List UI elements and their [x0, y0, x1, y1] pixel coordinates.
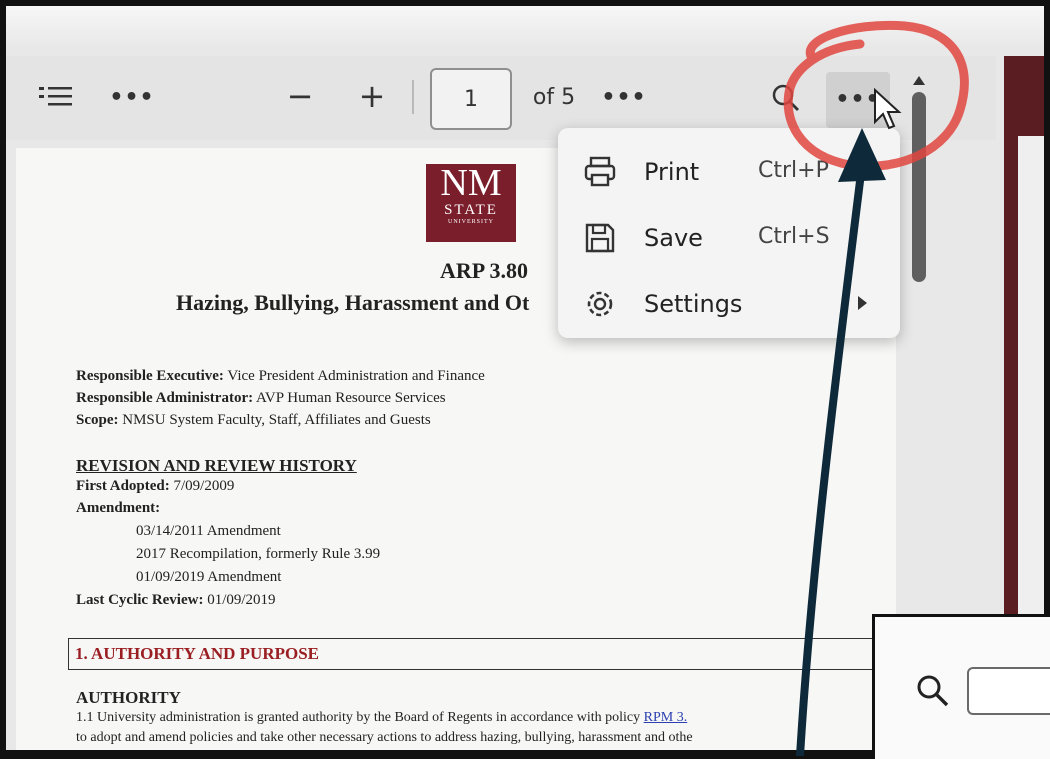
responsible-administrator-label: Responsible Administrator:	[76, 390, 254, 406]
menu-item-print[interactable]: Print Ctrl+P	[558, 142, 900, 202]
first-adopted-label: First Adopted:	[76, 478, 170, 494]
mouse-cursor-icon	[874, 88, 902, 130]
amendment-item: 2017 Recompilation, formerly Rule 3.99	[136, 546, 381, 562]
logo-line-1: NM	[440, 162, 502, 204]
gear-icon	[587, 291, 613, 317]
menu-item-label: Settings	[644, 290, 743, 318]
more-options-menu: Print Ctrl+P Save Ctrl+S Settings	[558, 128, 900, 338]
last-review-label: Last Cyclic Review:	[76, 592, 204, 608]
page-number-input[interactable]: 1	[430, 68, 512, 130]
scope-value: NMSU System Faculty, Staff, Affiliates a…	[122, 412, 431, 428]
find-input[interactable]	[967, 667, 1050, 715]
amendment-item: 03/14/2011 Amendment	[136, 523, 281, 539]
policy-number: ARP 3.80	[440, 258, 528, 283]
menu-item-label: Print	[644, 158, 700, 186]
scrollbar-thumb[interactable]	[912, 92, 926, 282]
window-top-band	[6, 6, 1044, 46]
save-icon	[585, 223, 615, 253]
authority-paragraph-line-1: 1.1 University administration is granted…	[76, 710, 687, 726]
authority-paragraph-line-2: to adopt and amend policies and take oth…	[76, 730, 693, 745]
menu-item-shortcut: Ctrl+S	[758, 224, 830, 249]
section-heading: 1. AUTHORITY AND PURPOSE	[75, 644, 320, 663]
nmsu-logo: NM STATE UNIVERSITY	[426, 164, 516, 242]
responsible-executive-label: Responsible Executive:	[76, 368, 224, 384]
scope: Scope: NMSU System Faculty, Staff, Affil…	[76, 412, 431, 429]
zoom-out-button[interactable]: −	[280, 76, 320, 116]
responsible-executive: Responsible Executive: Vice President Ad…	[76, 368, 485, 385]
revision-heading: REVISION AND REVIEW HISTORY	[76, 456, 357, 475]
first-adopted-value: 7/09/2009	[173, 478, 235, 494]
responsible-administrator: Responsible Administrator: AVP Human Res…	[76, 390, 446, 407]
printer-icon	[584, 156, 616, 187]
zoom-in-button[interactable]: +	[352, 76, 392, 116]
amendment-label: Amendment:	[76, 500, 160, 517]
policy-title: Hazing, Bullying, Harassment and Ot	[176, 290, 530, 315]
amendment-label-text: Amendment:	[76, 500, 161, 516]
responsible-executive-value: Vice President Administration and Financ…	[227, 368, 485, 384]
page-count-label: of 5	[532, 84, 576, 110]
responsible-administrator-value: AVP Human Resource Services	[256, 390, 446, 406]
search-icon[interactable]	[915, 673, 951, 709]
authority-text: 1.1 University administration is granted…	[76, 710, 641, 725]
scope-label: Scope:	[76, 412, 119, 428]
adjacent-window-content	[1018, 136, 1044, 636]
logo-line-3: UNIVERSITY	[448, 219, 494, 225]
toolbar-divider	[412, 80, 414, 114]
menu-item-label: Save	[644, 224, 703, 252]
amendment-item: 01/09/2019 Amendment	[136, 569, 282, 585]
authority-heading: AUTHORITY	[76, 688, 181, 707]
last-review-value: 01/09/2019	[207, 592, 276, 608]
more-tools-button[interactable]: •••	[109, 80, 154, 114]
submenu-arrow-icon	[858, 296, 867, 310]
last-cyclic-review: Last Cyclic Review: 01/09/2019	[76, 592, 276, 609]
scroll-up-arrow[interactable]	[913, 76, 925, 85]
more-page-tools-button[interactable]: •••	[601, 80, 646, 114]
logo-line-2: STATE	[444, 202, 498, 218]
menu-item-shortcut: Ctrl+P	[758, 158, 829, 183]
section-heading-box: 1. AUTHORITY AND PURPOSE	[68, 638, 910, 670]
first-adopted: First Adopted: 7/09/2009	[76, 478, 234, 495]
table-of-contents-icon[interactable]	[36, 82, 76, 112]
zoomed-inset	[872, 614, 1050, 759]
menu-item-settings[interactable]: Settings	[558, 274, 900, 334]
search-icon[interactable]	[766, 78, 806, 118]
policy-link[interactable]: RPM 3.	[644, 710, 688, 725]
menu-item-save[interactable]: Save Ctrl+S	[558, 208, 900, 268]
